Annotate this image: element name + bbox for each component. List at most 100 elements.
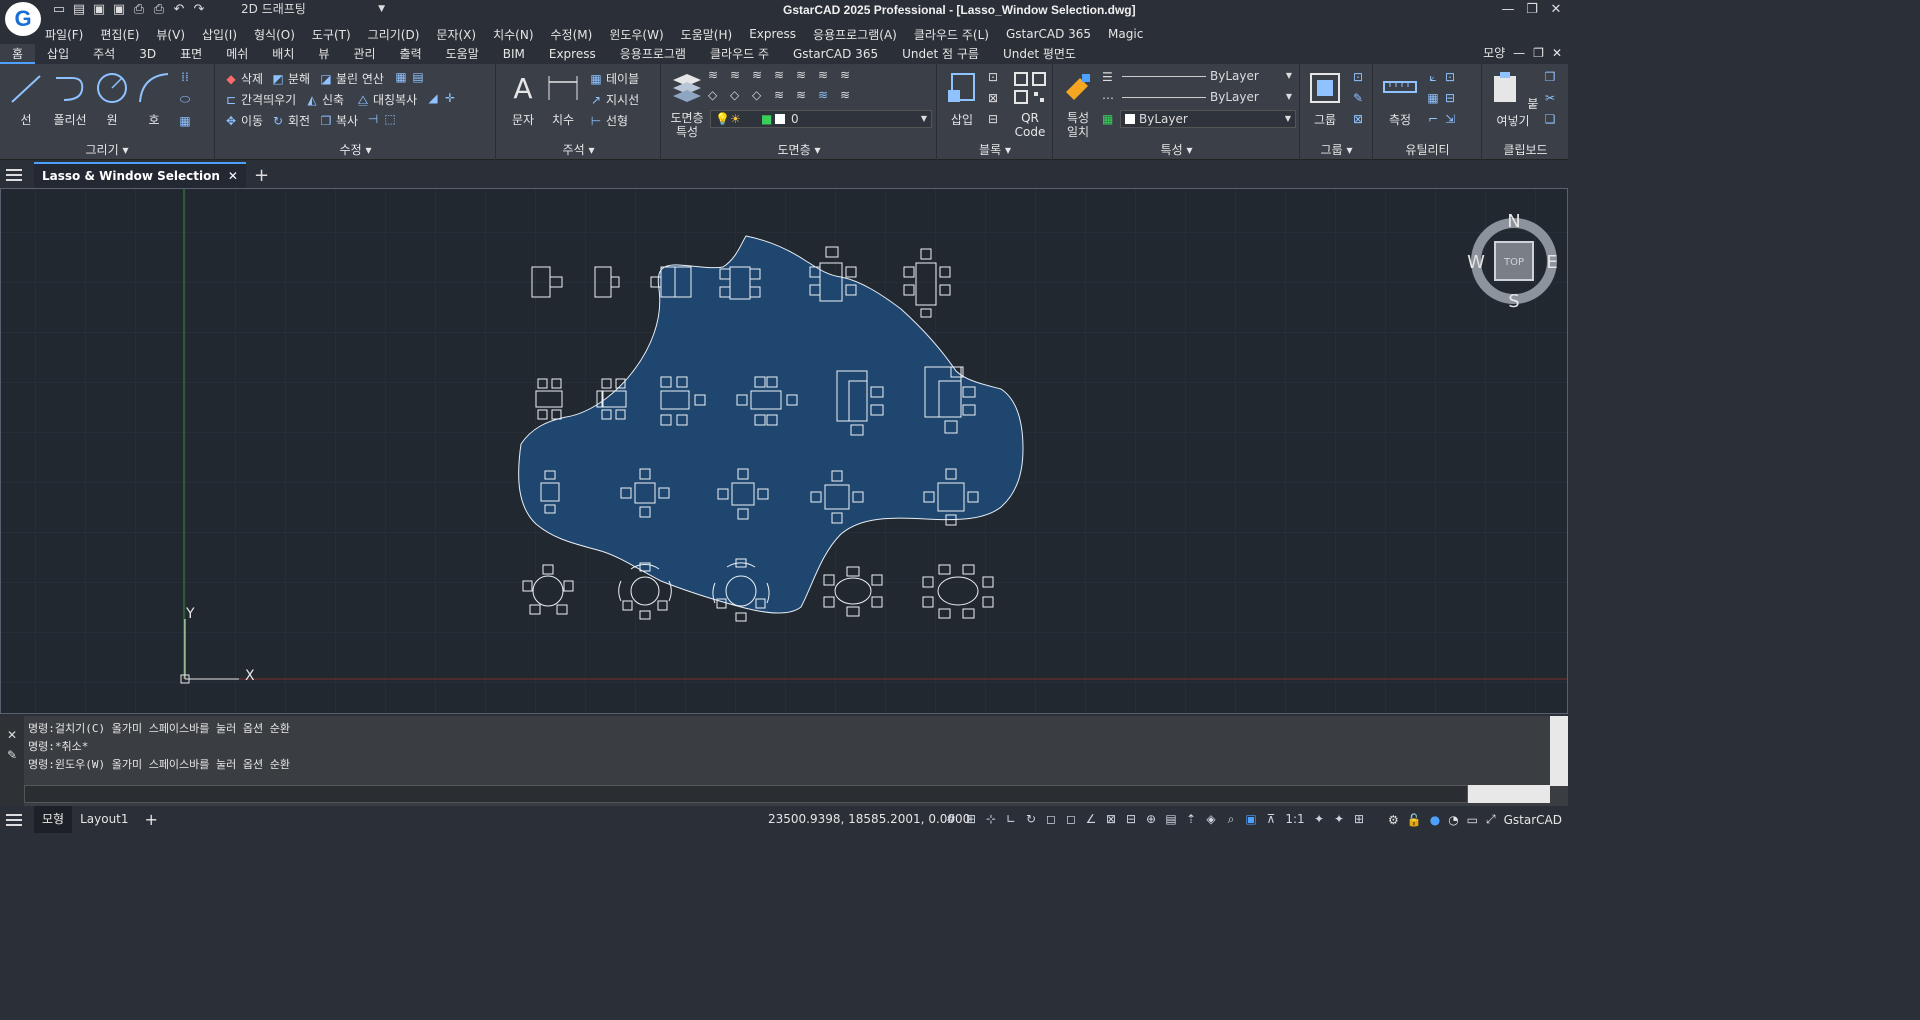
save-icon[interactable]: ▣ [92,3,106,17]
menu-window[interactable]: 윈도우(W) [609,26,663,43]
tab-cloud[interactable]: 클라우드 주 [698,44,781,64]
tab-insert[interactable]: 삽입 [35,44,81,64]
layer-tool-icon[interactable]: ≋ [796,68,818,88]
command-input[interactable] [24,785,1468,803]
restore-button[interactable]: ❐ [1520,0,1544,20]
isolate-icon[interactable]: ● [1430,813,1440,827]
tab-help[interactable]: 도움말 [434,44,491,64]
menu-text[interactable]: 문자(X) [436,26,476,43]
layer-tool-icon[interactable]: ≋ [730,68,752,88]
text-button[interactable]: A 문자 [505,70,541,128]
object-snap-icon[interactable]: ◻ [1063,811,1079,827]
insert-block-button[interactable]: 삽입 [942,70,982,128]
menu-edit[interactable]: 편집(E) [100,26,139,43]
clean-screen-icon[interactable]: ▭ [1467,813,1478,827]
edit-block-button[interactable]: ⊠ [986,91,1000,105]
layer-tool-icon[interactable]: ≋ [818,68,840,88]
ellipse-button[interactable]: ⬭ [178,92,192,106]
tab-apps[interactable]: 응용프로그램 [608,44,698,64]
explode-button[interactable]: ◩ 분해 [271,70,310,87]
dynamic-input-icon[interactable]: ⊟ [1123,811,1139,827]
close-command-icon[interactable]: ✕ [0,728,24,742]
add-layout-icon[interactable]: + [137,806,166,833]
group-panel-label[interactable]: 그룹 ▾ [1301,141,1372,158]
document-tab[interactable]: Lasso & Window Selection ✕ [34,162,246,188]
minimize-button[interactable]: — [1496,0,1520,20]
menu-file[interactable]: 파일(F) [45,26,83,43]
move-button[interactable]: ✥ 이동 [224,112,263,129]
attribute-button[interactable]: ⊟ [986,112,1000,126]
menu-insert[interactable]: 삽입(I) [202,26,237,43]
table-button[interactable]: ▦ 테이블 [589,70,639,87]
menu-dimension[interactable]: 치수(N) [493,26,533,43]
properties-panel-label[interactable]: 특성 ▾ [1054,141,1299,158]
isodraft-icon[interactable]: ◻ [1043,811,1059,827]
erase-button[interactable]: ◆ 삭제 [224,70,263,87]
leader-button[interactable]: ↗ 지시선 [589,91,639,108]
menu-modify[interactable]: 수정(M) [551,26,593,43]
layers-panel-label[interactable]: 도면층 ▾ [662,141,936,158]
layer-tool-icon[interactable]: ≋ [840,88,862,108]
calculator-button[interactable]: ▦ ⊟ [1426,91,1457,105]
tab-undet-floorplan[interactable]: Undet 평면도 [991,44,1088,64]
menu-view[interactable]: 뷰(V) [156,26,185,43]
linetype-combo[interactable]: ByLayer ▼ [1120,68,1296,86]
save-as-icon[interactable]: ▣ [112,3,126,17]
tab-surface[interactable]: 표면 [168,44,214,64]
annotation-visibility-icon[interactable]: ✦ [1311,811,1327,827]
doc-minimize-button[interactable]: — [1513,46,1525,60]
model-tab[interactable]: 모형 [34,806,73,833]
dynamic-ucs-icon[interactable]: ⊠ [1103,811,1119,827]
polyline-button[interactable]: 폴리선 [48,70,92,128]
tab-annotate[interactable]: 주석 [81,44,127,64]
layer-tool-icon[interactable]: ≋ [774,88,796,108]
fullscreen-icon[interactable]: ⤢ [1486,812,1496,827]
menu-gstarcad365[interactable]: GstarCAD 365 [1006,27,1091,41]
doc-close-button[interactable]: ✕ [1552,46,1562,60]
layer-tool-icon[interactable]: ≋ [796,88,818,108]
tab-view[interactable]: 뷰 [306,44,341,64]
menu-express[interactable]: Express [749,27,796,41]
print-icon[interactable]: ⎙ [152,3,166,17]
stretch-button[interactable]: ◭ 신축 [305,91,344,108]
id-point-button[interactable]: ⟀ ⊡ [1426,70,1457,84]
tab-layout[interactable]: 배치 [260,44,306,64]
tab-gstarcad365[interactable]: GstarCAD 365 [781,44,890,64]
layer-tool-icon[interactable]: ◇ [730,88,752,108]
zoom-icon[interactable]: ⌕ [1223,811,1239,827]
fillet-button[interactable]: ◢ ✛ [426,91,457,105]
appearance-menu[interactable]: 모양 [1483,44,1505,61]
new-file-icon[interactable]: ▭ [52,3,66,17]
grid-toggle-icon[interactable]: # [943,811,959,827]
status-menu-icon[interactable] [0,806,28,833]
compass-e[interactable]: E [1546,252,1557,273]
arc-button[interactable]: 호 [136,70,172,128]
group-button[interactable]: 그룹 [1305,70,1345,128]
drawing-canvas[interactable]: Y X TOP N S E W [0,188,1568,714]
mirror-button[interactable]: ⧋ 대칭복사 [356,91,418,108]
copy-button[interactable]: ❐ 복사 [319,112,358,129]
auto-scale-icon[interactable]: ✦ [1331,811,1347,827]
close-button[interactable]: ✕ [1544,0,1568,20]
line-button[interactable]: 선 [8,70,44,128]
qr-code-button[interactable]: QR Code [1010,70,1050,139]
lineweight-combo[interactable]: ByLayer ▼ [1120,89,1296,107]
compass-w[interactable]: W [1467,252,1485,273]
modify-panel-label[interactable]: 수정 ▾ [216,141,495,158]
point-style-button[interactable]: ⌐ ⇲ [1426,112,1457,126]
break-button[interactable]: ⊣ ⬚ [366,112,397,126]
group-edit-button[interactable]: ✎ [1351,91,1365,105]
copy-clip-button[interactable]: ❐ [1543,70,1557,84]
menu-help[interactable]: 도움말(H) [681,26,733,43]
plot-preview-icon[interactable]: ⎙ [132,3,146,17]
lineweight-toggle-icon[interactable]: ⊕ [1143,811,1159,827]
ortho-toggle-icon[interactable]: ∟ [1003,811,1019,827]
layer-tool-icon[interactable]: ≋ [818,88,840,108]
tab-3d[interactable]: 3D [127,44,168,64]
utility-panel-label[interactable]: 유틸리티 [1374,141,1481,158]
linear-dim-button[interactable]: ⊢ 선형 [589,112,628,129]
menu-tools[interactable]: 도구(T) [312,26,351,43]
tab-manage[interactable]: 관리 [341,44,387,64]
layer-tool-icon[interactable]: ◇ [708,88,730,108]
lock-ui-icon[interactable]: 🔓 [1407,813,1422,827]
